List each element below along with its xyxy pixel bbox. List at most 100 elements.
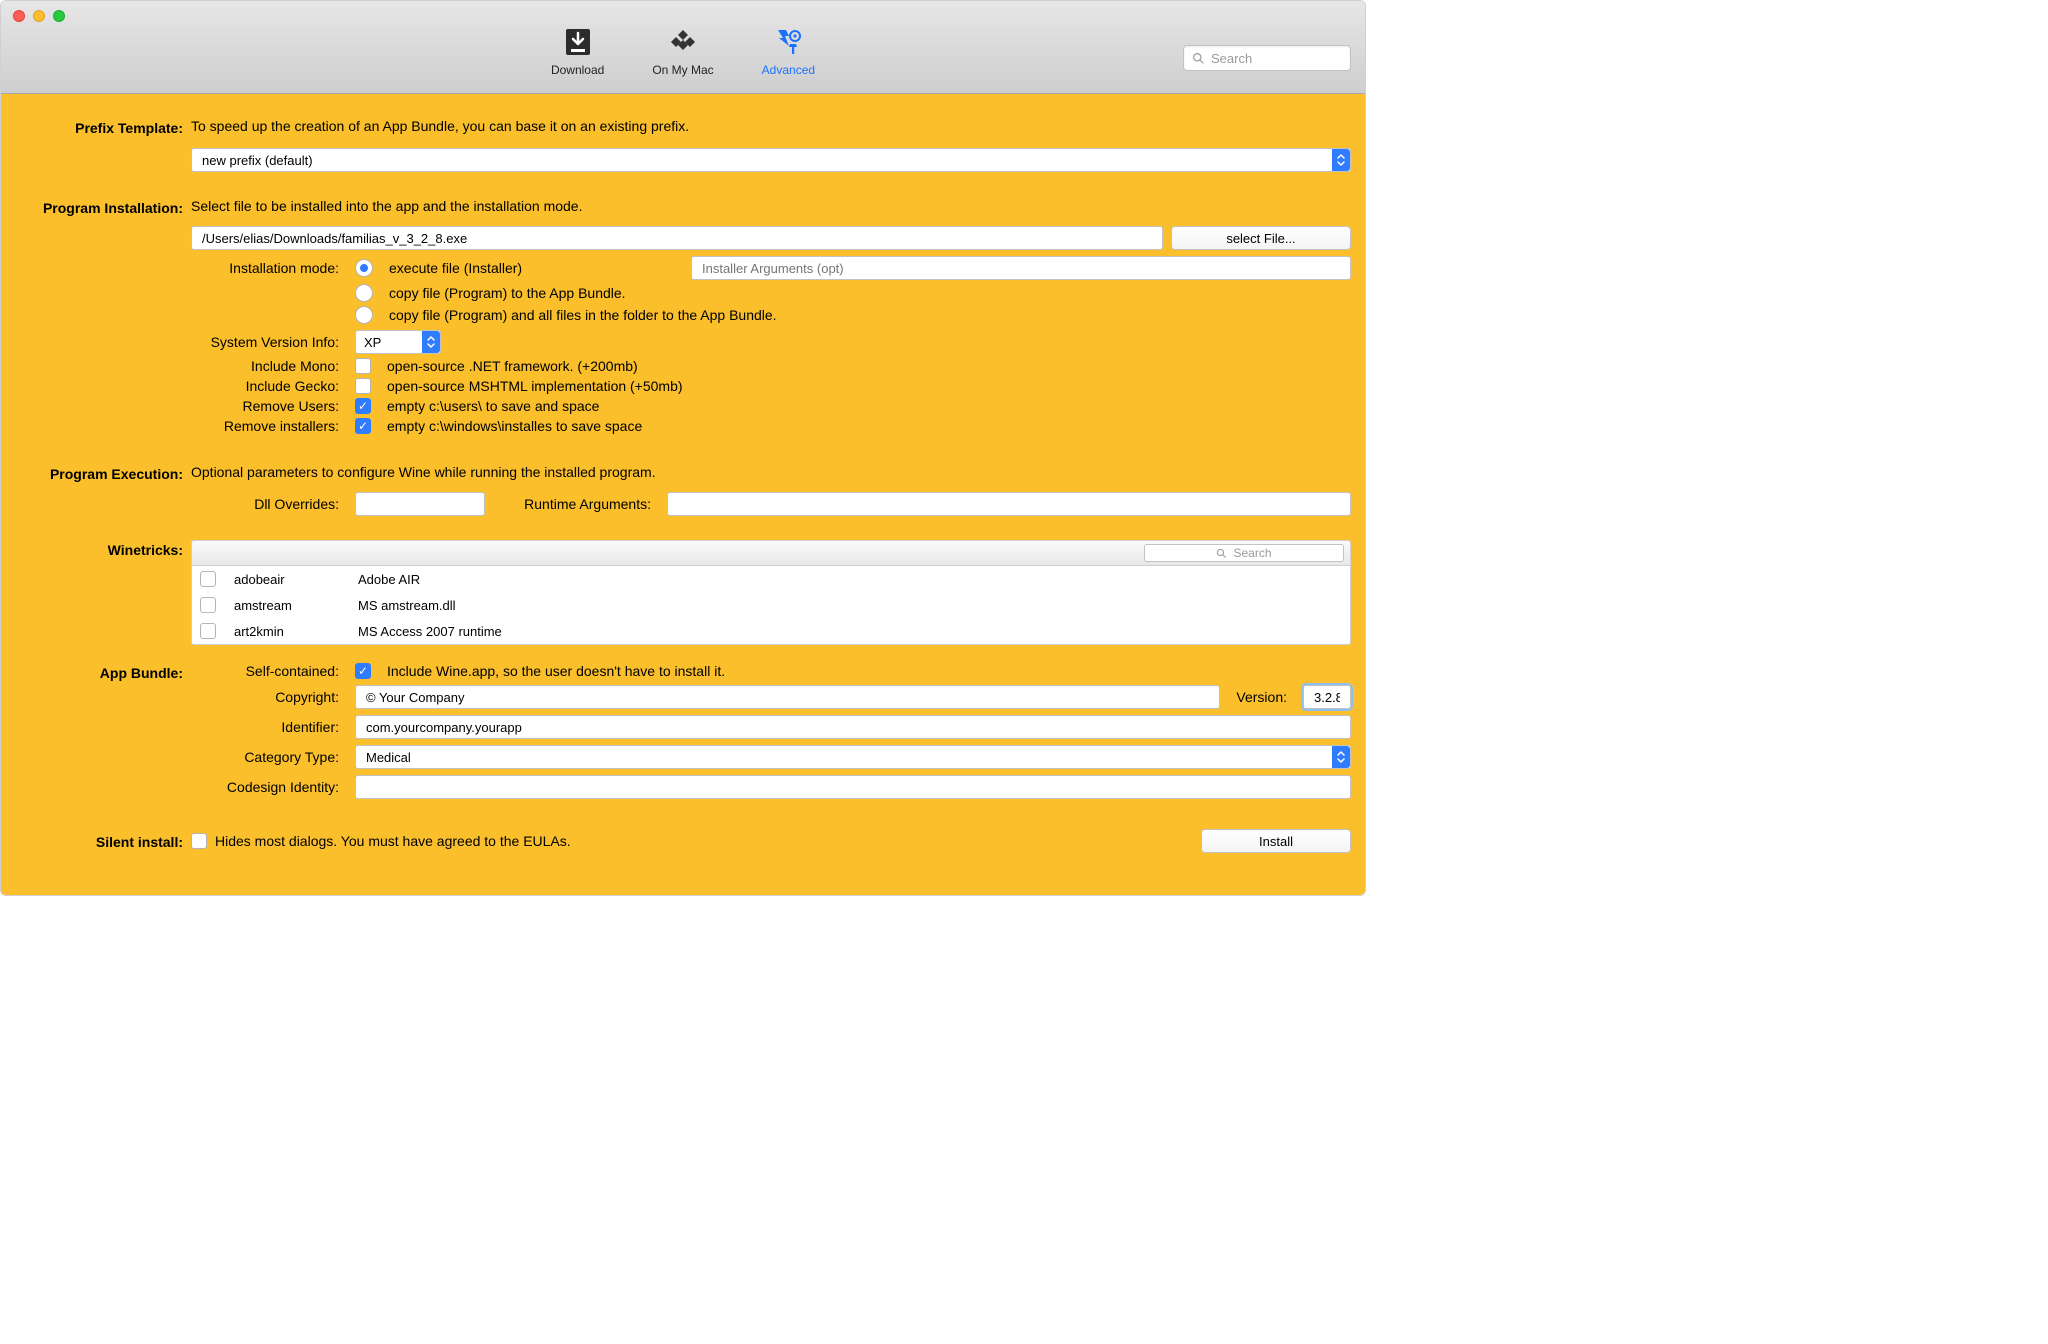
remove-installers-label: Remove installers: [191, 418, 347, 434]
codesign-label: Codesign Identity: [191, 779, 347, 795]
include-gecko-checkbox[interactable] [355, 378, 371, 394]
winetricks-row[interactable]: adobeair Adobe AIR [192, 566, 1350, 592]
tab-advanced[interactable]: Advanced [762, 25, 815, 77]
mode-copy-file-radio[interactable] [355, 284, 373, 302]
winetricks-desc: Adobe AIR [358, 572, 1342, 587]
minimize-window-button[interactable] [33, 10, 45, 22]
chevron-updown-icon [422, 331, 440, 353]
search-icon [1192, 52, 1205, 65]
program-execution-hint: Optional parameters to configure Wine wh… [191, 464, 1351, 480]
tab-advanced-label: Advanced [762, 63, 815, 77]
include-mono-checkbox[interactable] [355, 358, 371, 374]
download-icon [561, 25, 595, 59]
zoom-window-button[interactable] [53, 10, 65, 22]
copyright-value[interactable] [364, 689, 1211, 706]
silent-install-desc: Hides most dialogs. You must have agreed… [215, 833, 571, 849]
toolbar-search[interactable]: Search [1183, 45, 1351, 71]
mac-icon [666, 25, 700, 59]
mode-execute-label: execute file (Installer) [389, 260, 522, 276]
silent-install-label: Silent install: [15, 832, 191, 850]
codesign-field[interactable] [355, 775, 1351, 799]
chevron-updown-icon [1332, 746, 1350, 768]
copyright-field[interactable] [355, 685, 1220, 709]
form-body: Prefix Template: To speed up the creatio… [1, 94, 1365, 895]
install-path-value[interactable] [200, 230, 1154, 247]
remove-users-checkbox[interactable] [355, 398, 371, 414]
prefix-template-hint: To speed up the creation of an App Bundl… [191, 118, 1351, 134]
program-installation-label: Program Installation: [15, 198, 191, 216]
toolbar-tabs: Download On My Mac Advanced [551, 25, 815, 77]
winetricks-header: Search [191, 540, 1351, 566]
mode-copy-folder-label: copy file (Program) and all files in the… [389, 307, 777, 323]
tab-on-my-mac-label: On My Mac [652, 63, 713, 77]
category-combo[interactable] [355, 745, 1351, 769]
winetricks-search-placeholder: Search [1233, 546, 1271, 560]
version-field[interactable] [1303, 685, 1351, 709]
system-version-select[interactable]: XP [355, 330, 441, 354]
prefix-template-combo[interactable] [191, 148, 1351, 172]
winetricks-row[interactable]: amstream MS amstream.dll [192, 592, 1350, 618]
include-mono-label: Include Mono: [191, 358, 347, 374]
prefix-template-value[interactable] [200, 152, 1342, 169]
toolbar-search-placeholder: Search [1211, 51, 1252, 66]
self-contained-desc: Include Wine.app, so the user doesn't ha… [387, 663, 725, 679]
winetricks-key: art2kmin [234, 624, 348, 639]
copyright-label: Copyright: [191, 689, 347, 705]
category-label: Category Type: [191, 749, 347, 765]
remove-installers-checkbox[interactable] [355, 418, 371, 434]
system-version-value: XP [364, 335, 381, 350]
winetricks-list: adobeair Adobe AIR amstream MS amstream.… [191, 566, 1351, 645]
self-contained-checkbox[interactable] [355, 663, 371, 679]
runtime-arguments-label: Runtime Arguments: [493, 496, 659, 512]
close-window-button[interactable] [13, 10, 25, 22]
runtime-arguments-field[interactable] [667, 492, 1351, 516]
titlebar: Download On My Mac Advanced Search [1, 1, 1365, 94]
tab-download-label: Download [551, 63, 604, 77]
winetricks-label: Winetricks: [15, 540, 191, 558]
include-gecko-label: Include Gecko: [191, 378, 347, 394]
winetricks-checkbox[interactable] [200, 623, 216, 639]
identifier-field[interactable] [355, 715, 1351, 739]
install-path-field[interactable] [191, 226, 1163, 250]
remove-users-desc: empty c:\users\ to save and space [387, 398, 599, 414]
tab-download[interactable]: Download [551, 25, 604, 77]
identifier-label: Identifier: [191, 719, 347, 735]
winetricks-desc: MS Access 2007 runtime [358, 624, 1342, 639]
window-controls [13, 10, 65, 22]
version-value[interactable] [1312, 689, 1342, 706]
installer-arguments-field[interactable] [691, 256, 1351, 280]
mode-copy-folder-radio[interactable] [355, 306, 373, 324]
dll-overrides-field[interactable] [355, 492, 485, 516]
winetricks-search[interactable]: Search [1144, 544, 1344, 562]
mode-execute-radio[interactable] [355, 259, 373, 277]
installation-mode-label: Installation mode: [191, 260, 347, 276]
tab-on-my-mac[interactable]: On My Mac [652, 25, 713, 77]
program-execution-label: Program Execution: [15, 464, 191, 482]
system-version-label: System Version Info: [191, 334, 347, 350]
winetricks-checkbox[interactable] [200, 597, 216, 613]
program-installation-hint: Select file to be installed into the app… [191, 198, 1351, 214]
window: Download On My Mac Advanced Search [0, 0, 1366, 896]
version-label: Version: [1228, 689, 1295, 705]
select-file-button[interactable]: select File... [1171, 226, 1351, 250]
search-icon [1216, 548, 1227, 559]
category-value[interactable] [364, 749, 1342, 766]
app-bundle-label: App Bundle: [15, 663, 191, 681]
prefix-template-label: Prefix Template: [15, 118, 191, 136]
winetricks-row[interactable]: art2kmin MS Access 2007 runtime [192, 618, 1350, 644]
dll-overrides-label: Dll Overrides: [191, 496, 347, 512]
silent-install-checkbox[interactable] [191, 833, 207, 849]
include-gecko-desc: open-source MSHTML implementation (+50mb… [387, 378, 683, 394]
winetricks-key: adobeair [234, 572, 348, 587]
self-contained-label: Self-contained: [191, 663, 347, 679]
include-mono-desc: open-source .NET framework. (+200mb) [387, 358, 638, 374]
identifier-value[interactable] [364, 719, 1342, 736]
advanced-icon [771, 25, 805, 59]
remove-installers-desc: empty c:\windows\installes to save space [387, 418, 642, 434]
install-button[interactable]: Install [1201, 829, 1351, 853]
remove-users-label: Remove Users: [191, 398, 347, 414]
winetricks-desc: MS amstream.dll [358, 598, 1342, 613]
winetricks-checkbox[interactable] [200, 571, 216, 587]
mode-copy-file-label: copy file (Program) to the App Bundle. [389, 285, 626, 301]
installer-arguments-value[interactable] [700, 260, 1342, 277]
